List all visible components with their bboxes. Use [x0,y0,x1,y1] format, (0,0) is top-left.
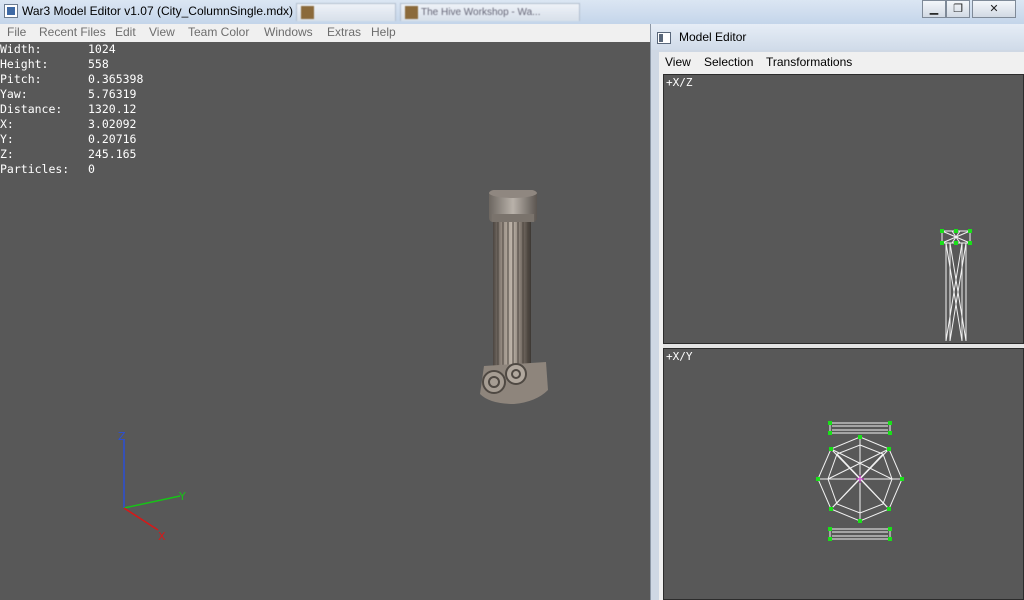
background-window-tab[interactable]: The Hive Workshop - Wa... [400,3,580,21]
stat-z: Z: 245.165 [0,147,137,161]
pane-label: +X/Z [666,76,693,89]
app-icon [4,4,18,18]
close-button[interactable]: ✕ [972,0,1016,18]
axis-y-label: Y [178,490,186,503]
menu-help[interactable]: Help [371,25,396,39]
maximize-button[interactable]: ❐ [946,0,970,18]
stat-distance: Distance: 1320.12 [0,102,137,116]
axis-z-label: Z [118,430,126,443]
axis-gizmo: Z Y X [118,430,186,540]
menu-windows[interactable]: Windows [264,25,313,39]
xy-view-pane[interactable]: +X/Y [663,348,1024,600]
window-icon [657,32,671,44]
minimize-button[interactable]: ▁ [922,0,946,18]
model-editor-title-bar[interactable]: Model Editor [651,24,1024,50]
xz-view-pane[interactable]: +X/Z [663,74,1024,344]
background-window-tab[interactable] [296,3,396,21]
column-model-render [480,190,548,404]
window-icon [405,6,418,19]
menu-extras[interactable]: Extras [327,25,361,39]
editor-menu-selection[interactable]: Selection [704,55,753,69]
menu-file[interactable]: File [7,25,26,39]
3d-viewport[interactable]: Width: 1024 Height: 558 Pitch: 0.365398 Yaw… [0,42,650,600]
stat-yaw: Yaw: 5.76319 [0,87,137,101]
column-wireframe-top [816,421,904,541]
menu-bar: File Recent Files Edit View Team Color W… [0,24,650,42]
stat-y: Y: 0.20716 [0,132,137,146]
menu-recent-files[interactable]: Recent Files [39,25,106,39]
window-icon [301,6,314,19]
camera-stats: Width: 1024 Height: 558 Pitch: 0.365398 Yaw… [0,42,143,177]
editor-menu-transformations[interactable]: Transformations [766,55,852,69]
menu-edit[interactable]: Edit [115,25,136,39]
title-bar: War3 Model Editor v1.07 (City_ColumnSing… [0,0,1024,25]
stat-x: X: 3.02092 [0,117,137,131]
stat-particles: Particles: 0 [0,162,95,176]
model-editor-window: Model Editor View Selection Transformati… [650,24,1024,600]
stat-height: Height: 558 [0,57,109,71]
window-title: War3 Model Editor v1.07 (City_ColumnSing… [22,4,301,18]
axis-x-label: X [158,530,166,540]
menu-team-color[interactable]: Team Color [188,25,249,39]
model-editor-menu-bar: View Selection Transformations [659,52,1024,72]
column-wireframe-side [940,229,972,341]
pane-label: +X/Y [666,350,693,363]
editor-menu-view[interactable]: View [665,55,691,69]
menu-view[interactable]: View [149,25,175,39]
stat-pitch: Pitch: 0.365398 [0,72,144,86]
model-editor-title: Model Editor [679,30,747,44]
model-editor-body: View Selection Transformations +X/Z +X/Y [659,52,1024,600]
stat-width: Width: 1024 [0,42,116,56]
